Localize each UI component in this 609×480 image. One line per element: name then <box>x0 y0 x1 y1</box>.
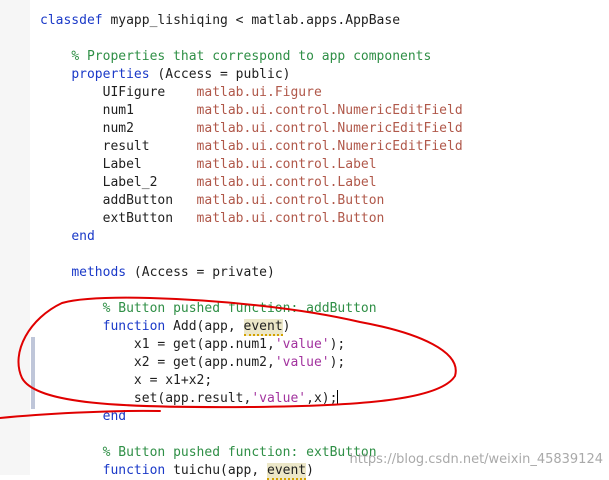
watermark-text: https://blog.csdn.net/weixin_45839124 <box>349 452 603 467</box>
red-annotation-drawing <box>0 296 457 419</box>
